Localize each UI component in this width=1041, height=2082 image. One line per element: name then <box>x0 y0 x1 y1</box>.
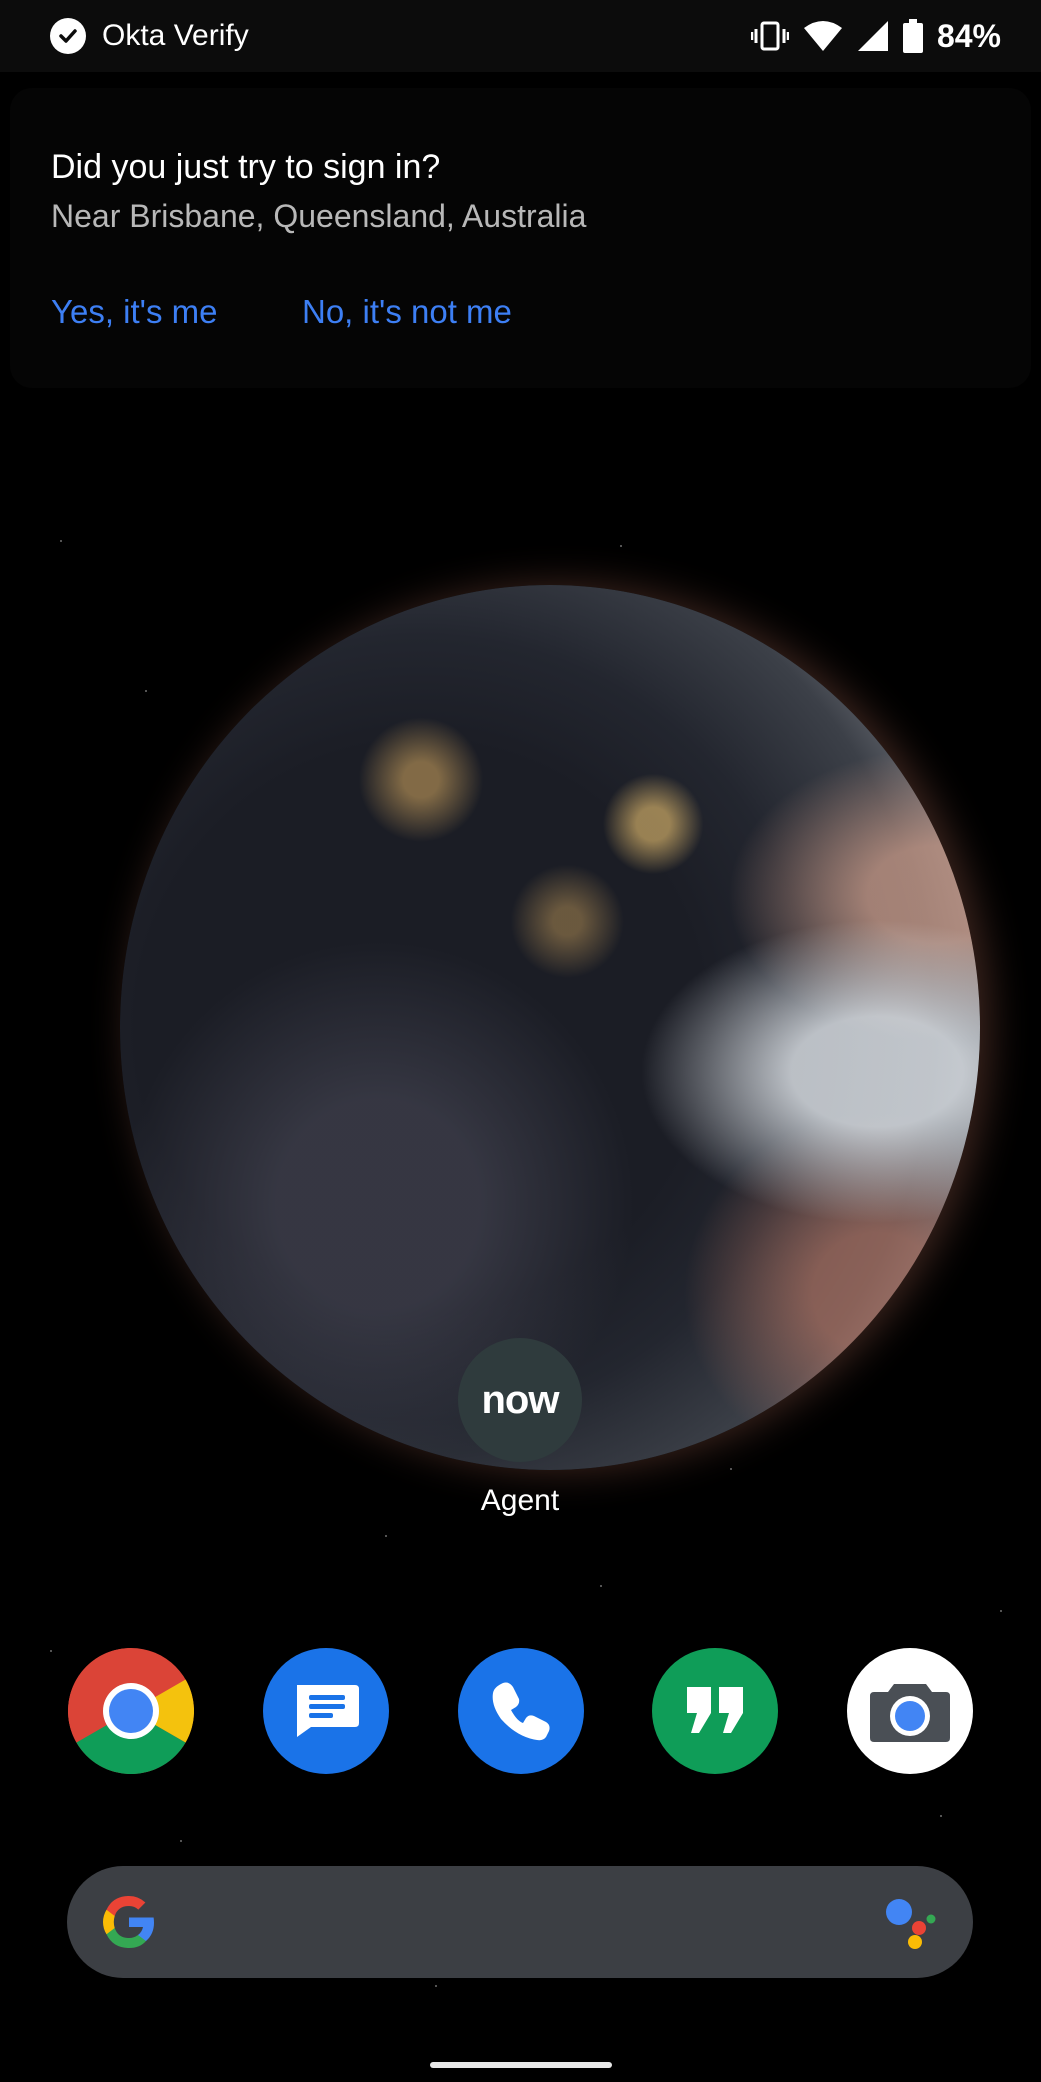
agent-app-shortcut[interactable]: now Agent <box>458 1338 582 1518</box>
chrome-icon[interactable] <box>68 1648 194 1774</box>
battery-percent: 84% <box>936 17 1001 54</box>
hangouts-icon[interactable] <box>652 1648 779 1774</box>
okta-notification[interactable]: Did you just try to sign in? Near Brisba… <box>10 88 1031 388</box>
messages-icon[interactable] <box>262 1648 389 1774</box>
google-assistant-icon[interactable] <box>883 1894 939 1950</box>
cell-signal-icon <box>857 21 888 51</box>
vibrate-icon <box>750 21 789 51</box>
camera-icon[interactable] <box>847 1648 973 1774</box>
yes-its-me-button[interactable]: Yes, it's me <box>51 293 217 331</box>
google-g-icon[interactable] <box>97 1890 161 1954</box>
dock <box>68 1648 973 1774</box>
wifi-icon <box>803 21 842 51</box>
battery-icon <box>902 19 923 53</box>
notification-location: Near Brisbane, Queensland, Australia <box>51 198 587 234</box>
okta-check-icon <box>50 18 86 54</box>
no-not-me-button[interactable]: No, it's not me <box>302 293 512 331</box>
app-label: Agent <box>480 1484 560 1517</box>
notification-app-name: Okta Verify <box>102 19 249 52</box>
notification-title: Did you just try to sign in? <box>51 148 441 186</box>
servicenow-icon[interactable]: now <box>458 1338 582 1462</box>
gesture-nav-handle[interactable] <box>430 2062 612 2068</box>
phone-icon[interactable] <box>457 1648 584 1774</box>
status-bar: Okta Verify 84% <box>0 0 1041 72</box>
google-search-bar[interactable] <box>67 1866 973 1978</box>
